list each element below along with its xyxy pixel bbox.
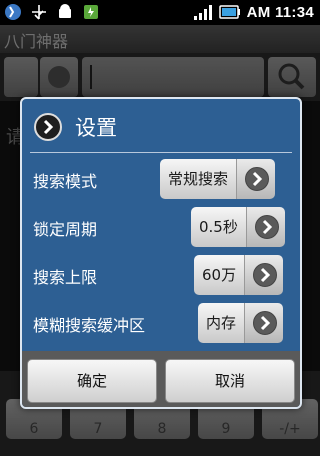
setting-next-button[interactable] (245, 255, 284, 295)
setting-label: 搜索模式 (33, 172, 98, 191)
ok-button[interactable]: 确定 (27, 359, 157, 403)
setting-row-search-limit: 搜索上限 60万 (22, 251, 300, 297)
phone-call-icon (4, 2, 22, 22)
battery-charging-icon (218, 3, 241, 21)
dialog-divider (30, 152, 292, 153)
chevron-right-icon (254, 215, 279, 239)
fuzzy-buffer-selector[interactable]: 内存 (198, 303, 284, 343)
setting-row-search-mode: 搜索模式 常规搜索 (22, 155, 300, 201)
app-screen: AM 11:34 八门神器 请 6 7 8 9 -/+ 设置 搜索模式 常规搜索… (0, 0, 320, 456)
usb-icon (30, 2, 48, 22)
dialog-footer: 确定 取消 (22, 351, 300, 407)
chevron-right-icon (34, 113, 62, 141)
status-notifications (4, 2, 100, 22)
battery-app-icon (82, 2, 100, 22)
setting-row-lock-period: 锁定周期 0.5秒 (22, 203, 300, 249)
setting-value: 内存 (198, 303, 246, 343)
cancel-button[interactable]: 取消 (165, 359, 295, 403)
dialog-title: 设置 (75, 116, 117, 140)
chevron-right-icon (253, 311, 278, 335)
setting-next-button[interactable] (246, 207, 285, 247)
chevron-right-icon (253, 263, 278, 287)
dialog-header: 设置 (22, 99, 300, 153)
setting-value: 60万 (194, 255, 246, 295)
setting-value: 常规搜索 (160, 159, 238, 199)
setting-label: 搜索上限 (33, 268, 98, 287)
status-bar: AM 11:34 (0, 0, 320, 25)
setting-next-button[interactable] (245, 303, 284, 343)
search-mode-selector[interactable]: 常规搜索 (160, 159, 276, 199)
android-icon (56, 2, 74, 22)
setting-row-fuzzy-buffer: 模糊搜索缓冲区 内存 (22, 299, 300, 345)
search-limit-selector[interactable]: 60万 (194, 255, 284, 295)
setting-value: 0.5秒 (191, 207, 247, 247)
setting-label: 锁定周期 (33, 220, 98, 239)
setting-next-button[interactable] (237, 159, 276, 199)
status-time: AM 11:34 (246, 3, 314, 21)
signal-icon (193, 3, 213, 21)
lock-period-selector[interactable]: 0.5秒 (191, 207, 285, 247)
setting-label: 模糊搜索缓冲区 (33, 316, 146, 335)
status-system: AM 11:34 (193, 3, 314, 21)
settings-dialog: 设置 搜索模式 常规搜索 锁定周期 0.5秒 搜索上限 60万 模糊搜索缓冲区 … (20, 97, 302, 409)
chevron-right-icon (245, 167, 270, 191)
